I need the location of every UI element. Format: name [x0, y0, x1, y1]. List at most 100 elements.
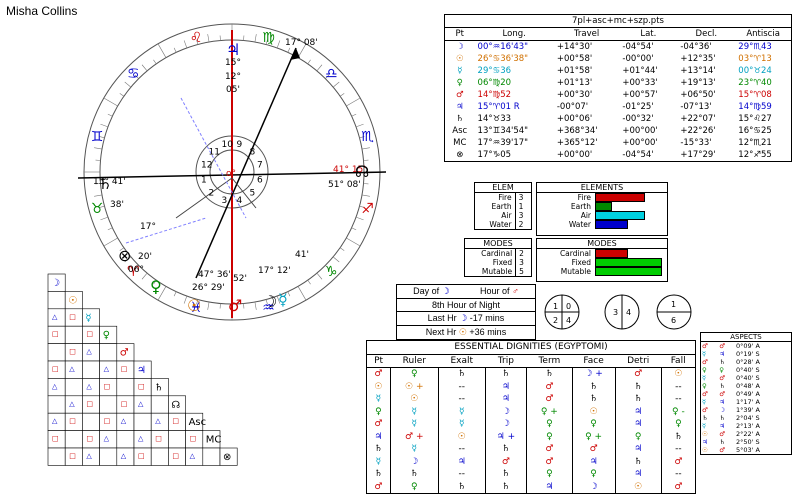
grid-aspect-icon: □ — [172, 452, 179, 460]
table-cell: 29°♏43 — [735, 41, 791, 54]
table-cell: -01°25' — [619, 101, 677, 113]
count-label: Mutable — [465, 267, 516, 277]
grid-aspect-icon: △ — [138, 400, 144, 408]
house-number: 12 — [201, 160, 212, 170]
grid-cell — [168, 431, 185, 448]
table-cell: ♂ — [527, 456, 573, 469]
grid-cell — [100, 396, 117, 413]
elements-bar-title: ELEMENTS — [537, 183, 667, 193]
degree-tick — [208, 34, 209, 42]
grid-aspect-icon: △ — [52, 382, 58, 390]
table-cell: ♃ — [572, 456, 615, 469]
grid-glyph: ☊ — [171, 400, 180, 411]
wheel-label: 17° — [140, 222, 156, 232]
table-cell: ♄ — [485, 481, 526, 494]
table-cell: ♂ — [527, 393, 573, 406]
bar-label: Water — [537, 220, 595, 229]
aspect-planet: ♃ — [718, 398, 735, 406]
table-cell: ♂ — [485, 456, 526, 469]
degree-tick — [333, 82, 339, 87]
elements-bar-box: ELEMENTS FireEarthAirWater — [536, 182, 668, 236]
libra-icon: ♎ — [325, 66, 338, 82]
grid-cell — [48, 291, 65, 308]
bar-row: Cardinal — [537, 249, 667, 258]
table-cell: 17°♑05 — [475, 149, 554, 162]
table-cell: -- — [661, 393, 695, 406]
grid-glyph: ☿ — [85, 313, 91, 324]
grid-aspect-icon: △ — [121, 417, 127, 425]
table-cell: 12°♐55 — [735, 149, 791, 162]
table-row: ☉☉ +--♃♂♄♄-- — [367, 381, 696, 394]
count-value: 3 — [515, 193, 531, 203]
table-cell: 12°♏21 — [735, 137, 791, 149]
table-cell: ♂ — [527, 381, 573, 394]
aspects-title: ASPECTS — [701, 333, 792, 342]
aspect-row: ♂♂0°49' A — [701, 390, 792, 398]
table-cell: ♄ — [485, 468, 526, 481]
last-hr-value: -17 mins — [470, 313, 505, 323]
wheel-label: 38' — [110, 200, 124, 210]
bar-label: Cardinal — [537, 249, 595, 258]
table-cell: ♂ — [527, 443, 573, 456]
bar-row: Fixed — [537, 258, 667, 267]
planet-table-title: 7pl+asc+mc+szp.pts — [445, 15, 792, 28]
table-cell: +19°13' — [677, 77, 735, 89]
table-cell: ♀ + — [572, 431, 615, 444]
table-cell: ♀ — [445, 77, 475, 89]
table-cell: -- — [661, 468, 695, 481]
count-value: 2 — [516, 249, 532, 259]
grid-glyph: ♀ — [103, 330, 110, 341]
table-cell: ♄ — [367, 443, 391, 456]
aspect-orb: 0°09' A — [735, 342, 792, 351]
table-cell: ♄ — [615, 456, 661, 469]
table-cell: ♄ — [438, 481, 485, 494]
table-cell: 00°♉24 — [735, 65, 791, 77]
degree-tick — [356, 217, 364, 220]
modes-count-title: MODES — [465, 239, 532, 249]
mars-icon: ♂ — [512, 286, 519, 296]
hour-of-night: 8th Hour of Night — [397, 299, 535, 312]
table-cell: 15°♌27 — [735, 113, 791, 125]
aspect-orb: 0°40' S — [735, 374, 792, 382]
aspect-orb: 2°13' A — [735, 422, 792, 430]
aspect-orb: 0°28' A — [735, 358, 792, 366]
count-value: 1 — [515, 202, 531, 211]
table-row: ♂♀♄♄♃☽☉♂ — [367, 481, 696, 494]
degree-tick — [288, 292, 290, 297]
count-label: Earth — [475, 202, 516, 211]
table-cell: +17°29' — [677, 149, 735, 162]
dignities-title: ESSENTIAL DIGNITIES (EGYPTOMI) — [367, 341, 696, 355]
table-cell: 14°♉33 — [475, 113, 554, 125]
table-row: ♂14°♍52+00°30'+00°57'+06°50'15°♈08 — [445, 89, 792, 101]
aspect-planet: ☿ — [701, 374, 719, 382]
table-row: ⊗17°♑05+00°00'-04°54'+17°29'12°♐55 — [445, 149, 792, 162]
wheel-label: 12° — [225, 72, 241, 82]
aspect-row: ♂☽1°39' A — [701, 406, 792, 414]
grid-aspect-icon: △ — [86, 382, 92, 390]
table-cell: 15°♈01 R — [475, 101, 554, 113]
table-cell: ♀ — [390, 481, 438, 494]
bar-fill — [595, 211, 645, 220]
saturn-icon: ♄ — [98, 174, 112, 193]
table-cell: ☉ + — [390, 381, 438, 394]
table-row: ♃♂ +☉♃ +♀♀ +♀♄ — [367, 431, 696, 444]
last-hr-label: Last Hr — [428, 313, 457, 323]
table-cell: +00°00' — [619, 137, 677, 149]
grid-cell — [48, 396, 65, 413]
degree-tick — [94, 148, 102, 149]
center-mark: o° — [226, 169, 236, 179]
table-cell: +01°13' — [554, 77, 620, 89]
grid-aspect-icon: □ — [190, 435, 197, 443]
degree-tick — [362, 195, 370, 196]
table-cell: ♄ — [390, 468, 438, 481]
degree-tick — [288, 48, 290, 53]
table-cell: ♄ — [485, 368, 526, 381]
taurus-icon: ♉ — [91, 201, 104, 217]
grid-cell — [82, 413, 99, 430]
bar-fill — [595, 193, 645, 202]
grid-aspect-icon: □ — [155, 435, 162, 443]
table-cell: ♄ — [661, 431, 695, 444]
house-number: 7 — [257, 160, 263, 170]
aspect-row: ♄♄2°04' S — [701, 414, 792, 422]
elem-count-box: ELEM Fire3Earth1Air3Water2 — [474, 182, 532, 230]
